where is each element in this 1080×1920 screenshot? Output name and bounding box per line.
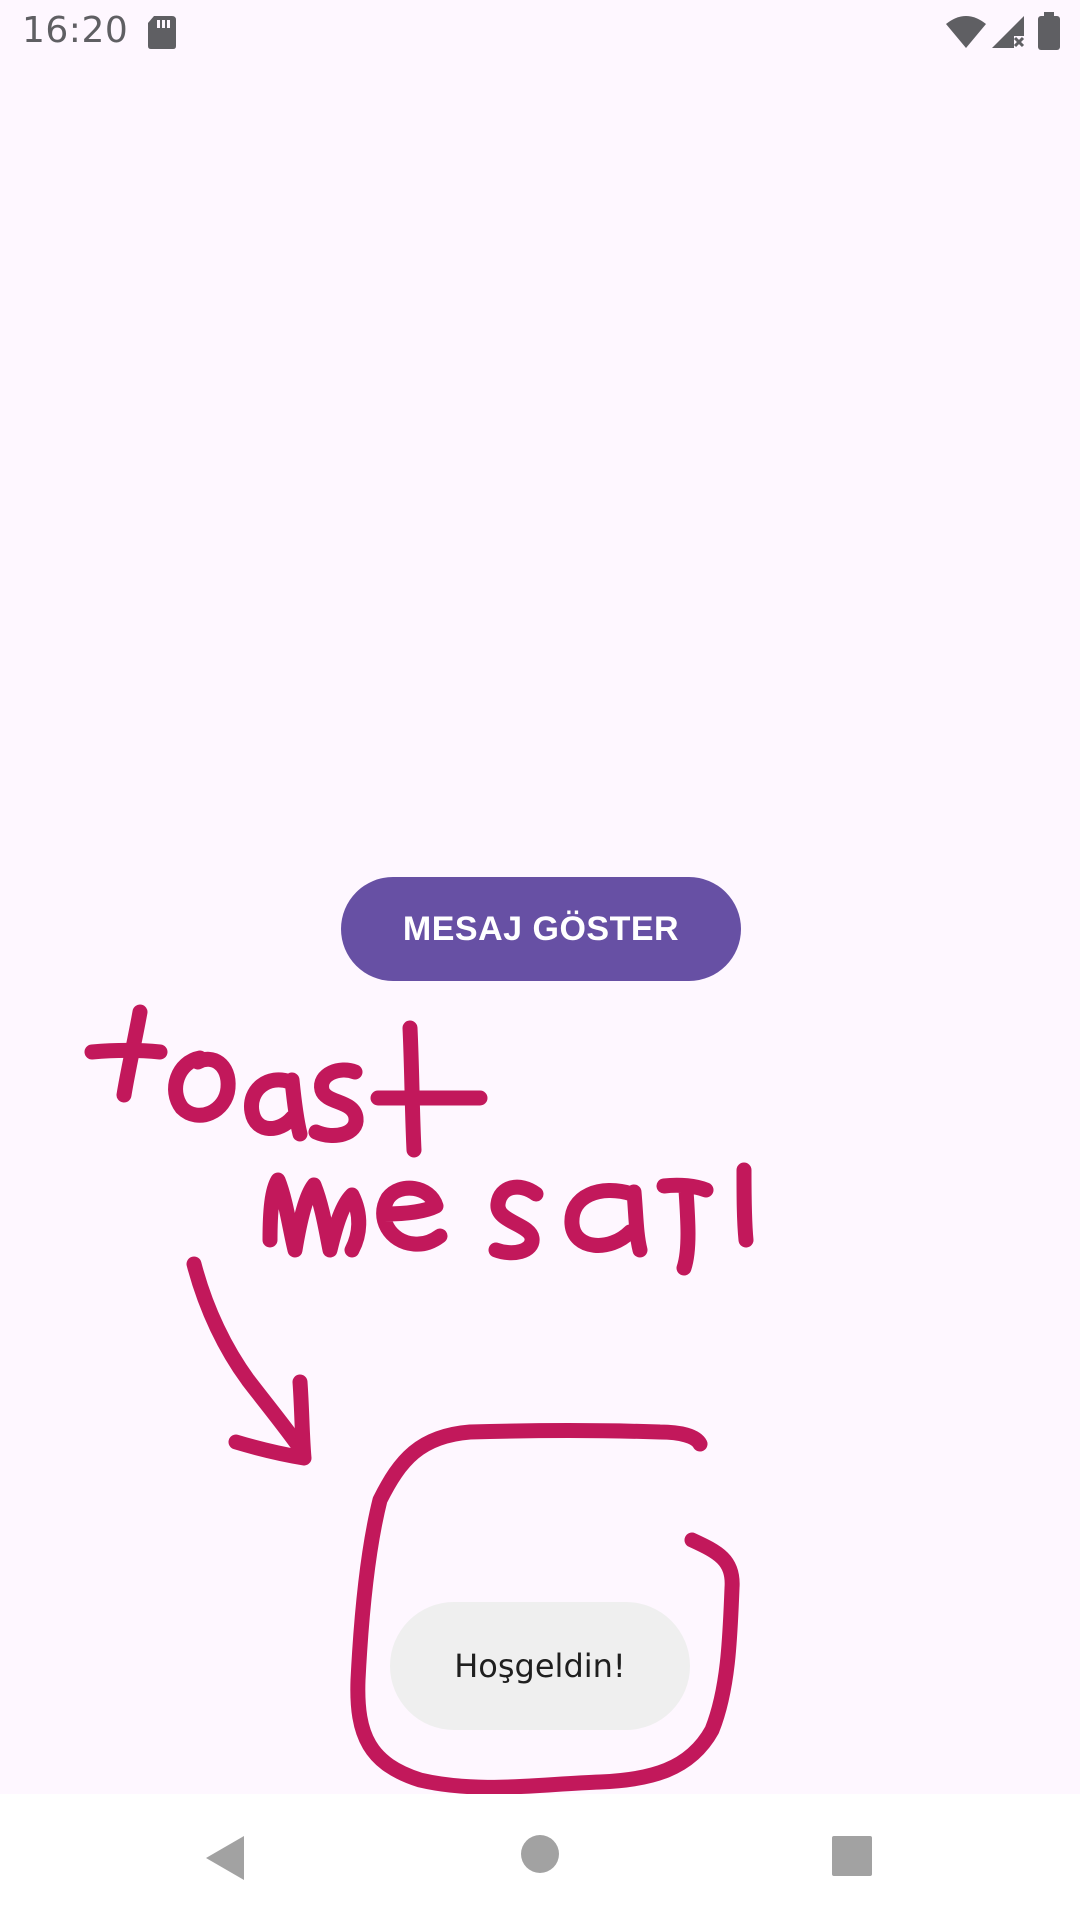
toast-message-text: Hoşgeldin! [454,1647,626,1685]
annotation-letter-s [308,1062,364,1143]
toast-message: Hoşgeldin! [390,1602,690,1730]
annotation-letter-j [656,1177,714,1276]
annotation-letter-o [168,1050,236,1123]
recents-icon[interactable] [832,1836,872,1876]
sd-card-icon [148,16,176,49]
annotation-letter-t2 [402,1020,422,1158]
annotation-letter-e [376,1180,448,1252]
navigation-bar [0,1794,1080,1920]
battery-icon [1038,12,1060,50]
annotation-letter-a [244,1072,308,1142]
annotation-letter-a2 [564,1183,648,1258]
wifi-icon [946,16,986,48]
arrow-head [228,1374,312,1466]
annotation-letter-dotless-i [736,1162,754,1248]
show-message-button[interactable]: MESAJ GÖSTER [341,877,741,981]
arrow-shaft [186,1256,308,1456]
signal-icon [992,16,1025,48]
back-icon[interactable] [204,1834,248,1882]
annotation-letter-t1 [116,1004,148,1103]
home-icon[interactable] [520,1834,560,1874]
status-bar: 16:20 [0,0,1080,64]
annotation-letter-m [262,1172,367,1258]
status-time: 16:20 [22,10,129,51]
annotation-letter-t1-bar [84,1043,168,1060]
annotation-letter-s2 [488,1179,544,1261]
